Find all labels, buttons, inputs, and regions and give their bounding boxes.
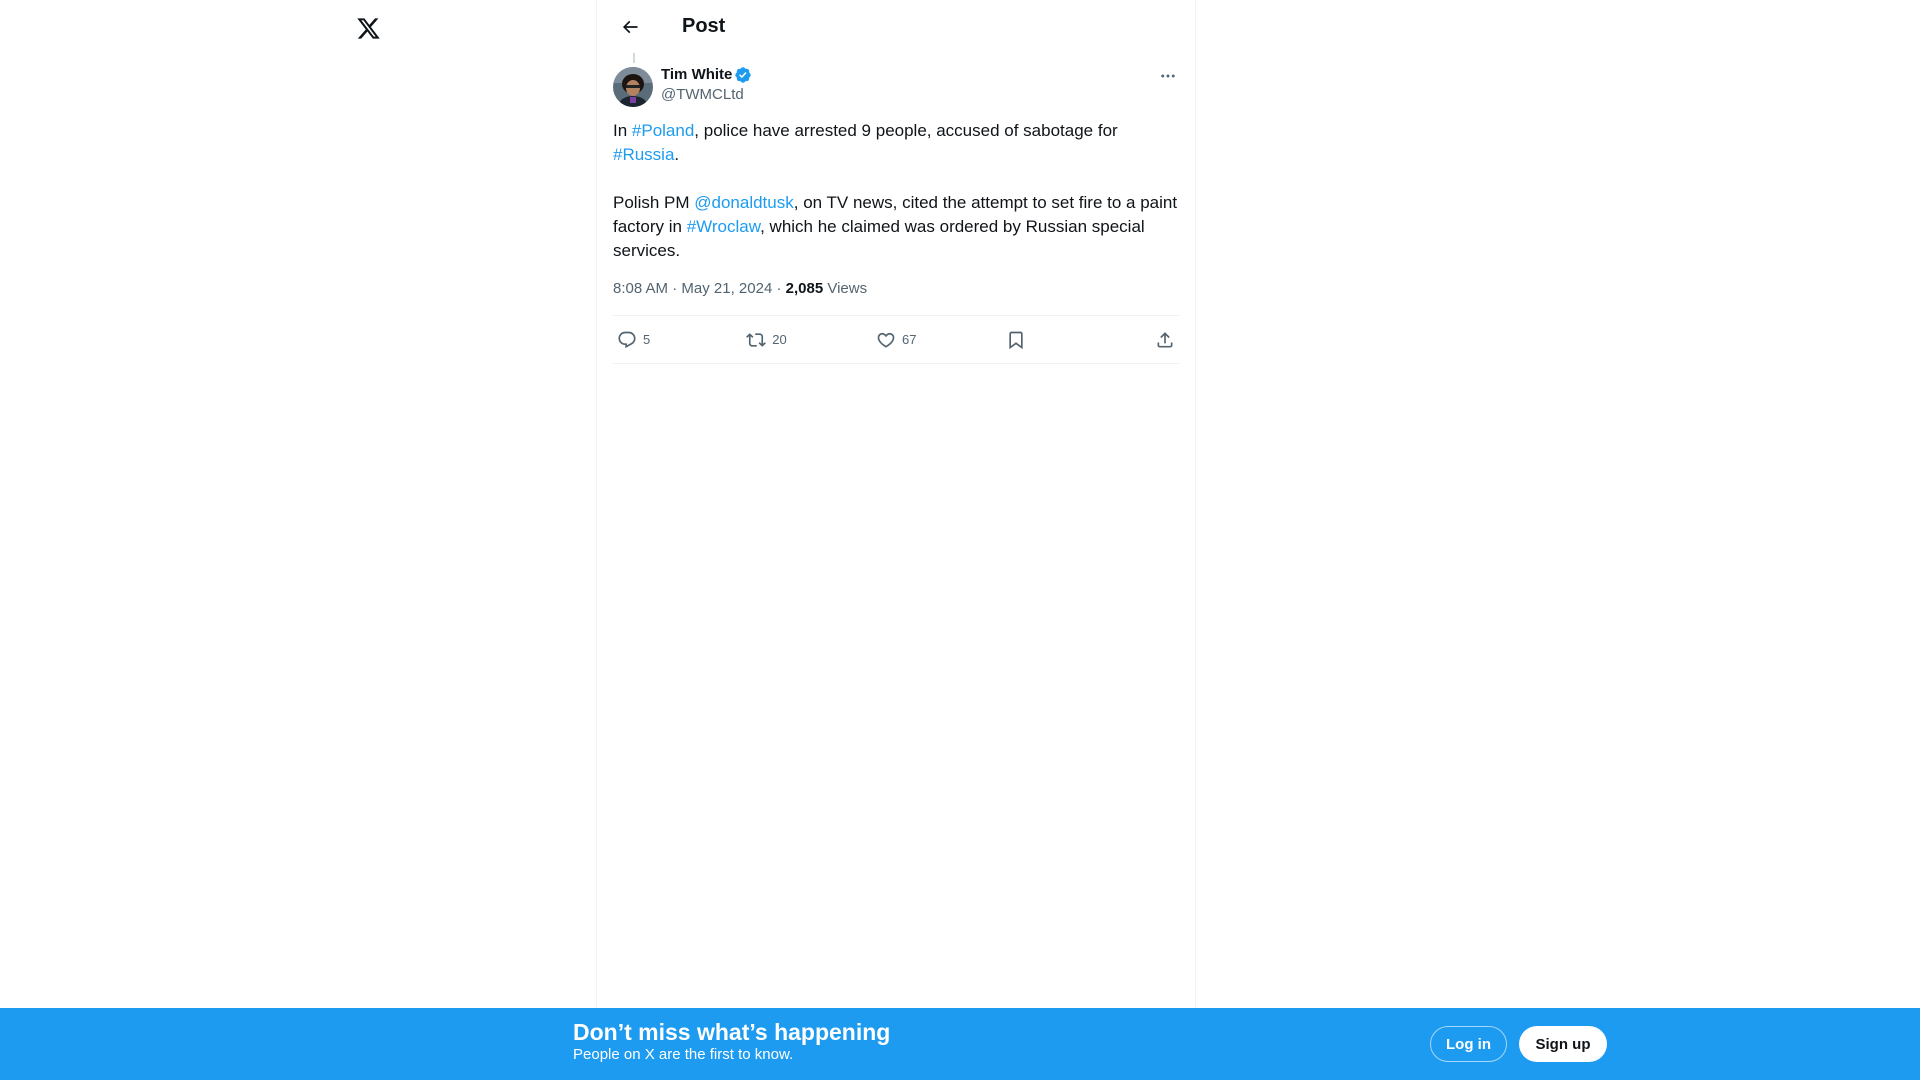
repost-button[interactable]: 20 (746, 330, 787, 350)
meta-separator: · (668, 280, 682, 297)
heart-icon (877, 332, 895, 348)
arrow-left-icon (622, 20, 638, 33)
like-count: 67 (902, 332, 917, 347)
post-header: Tim White @TWMCLtd (613, 53, 1179, 107)
more-button[interactable] (1151, 59, 1185, 93)
signup-button[interactable]: Sign up (1519, 1026, 1607, 1062)
x-logo-icon[interactable] (351, 11, 385, 45)
avatar[interactable] (613, 67, 653, 107)
hashtag-link[interactable]: #Poland (632, 121, 694, 140)
thread-line (633, 53, 635, 63)
more-horizontal-icon (1161, 74, 1175, 78)
meta-separator: · (772, 280, 786, 297)
repost-count: 20 (772, 332, 787, 347)
banner-subtitle: People on X are the first to know. (573, 1046, 794, 1063)
hashtag-link[interactable]: #Wroclaw (687, 217, 760, 236)
signup-banner: Don’t miss what’s happening People on X … (0, 1008, 1920, 1080)
views-label: Views (823, 280, 868, 297)
post-meta: 8:08 AM · May 21, 2024 · 2,085 Views (613, 279, 1179, 299)
post-text: In #Poland, police have arrested 9 peopl… (613, 119, 1179, 263)
main-column: Post Tim White @TWMCLtd In #Poland, poli… (596, 0, 1196, 1080)
share-button[interactable] (1135, 330, 1175, 350)
post-actions: 5 20 67 (613, 316, 1179, 364)
verified-badge-icon (734, 66, 752, 84)
post-paragraph-1: In #Poland, police have arrested 9 peopl… (613, 119, 1179, 167)
author-handle[interactable]: @TWMCLtd (661, 85, 752, 105)
reply-icon (618, 331, 636, 348)
text-segment: , police have arrested 9 people, accused… (694, 121, 1118, 140)
author-name[interactable]: Tim White (661, 65, 732, 85)
like-button[interactable]: 67 (876, 330, 916, 350)
mention-link[interactable]: @donaldtusk (694, 193, 794, 212)
top-bar: Post (597, 0, 1195, 53)
text-segment: . (674, 145, 680, 164)
post: Tim White @TWMCLtd In #Poland, police ha… (597, 53, 1195, 364)
login-button[interactable]: Log in (1430, 1026, 1507, 1062)
page-title: Post (682, 15, 726, 37)
views-count: 2,085 (785, 280, 824, 297)
banner-text: Don’t miss what’s happening People on X … (573, 1018, 890, 1064)
repost-icon (746, 332, 767, 347)
post-meta-wrap: 8:08 AM · May 21, 2024 · 2,085 Views (613, 279, 1179, 316)
bookmark-button[interactable] (1006, 330, 1046, 350)
text-segment: Polish PM (613, 193, 695, 212)
back-button[interactable] (613, 10, 647, 44)
banner-title: Don’t miss what’s happening (573, 1019, 891, 1045)
share-icon (1157, 331, 1173, 347)
hashtag-link[interactable]: #Russia (613, 145, 674, 164)
text-segment: In (613, 121, 632, 140)
bookmark-icon (1009, 331, 1023, 349)
post-paragraph-2: Polish PM @donaldtusk, on TV news, cited… (613, 191, 1179, 263)
author-name-row: Tim White (661, 65, 752, 85)
reply-count: 5 (643, 332, 651, 347)
reply-button[interactable]: 5 (617, 330, 657, 350)
post-time[interactable]: 8:08 AM (613, 280, 668, 297)
author-info: Tim White @TWMCLtd (661, 65, 752, 105)
post-date[interactable]: May 21, 2024 (681, 280, 772, 297)
